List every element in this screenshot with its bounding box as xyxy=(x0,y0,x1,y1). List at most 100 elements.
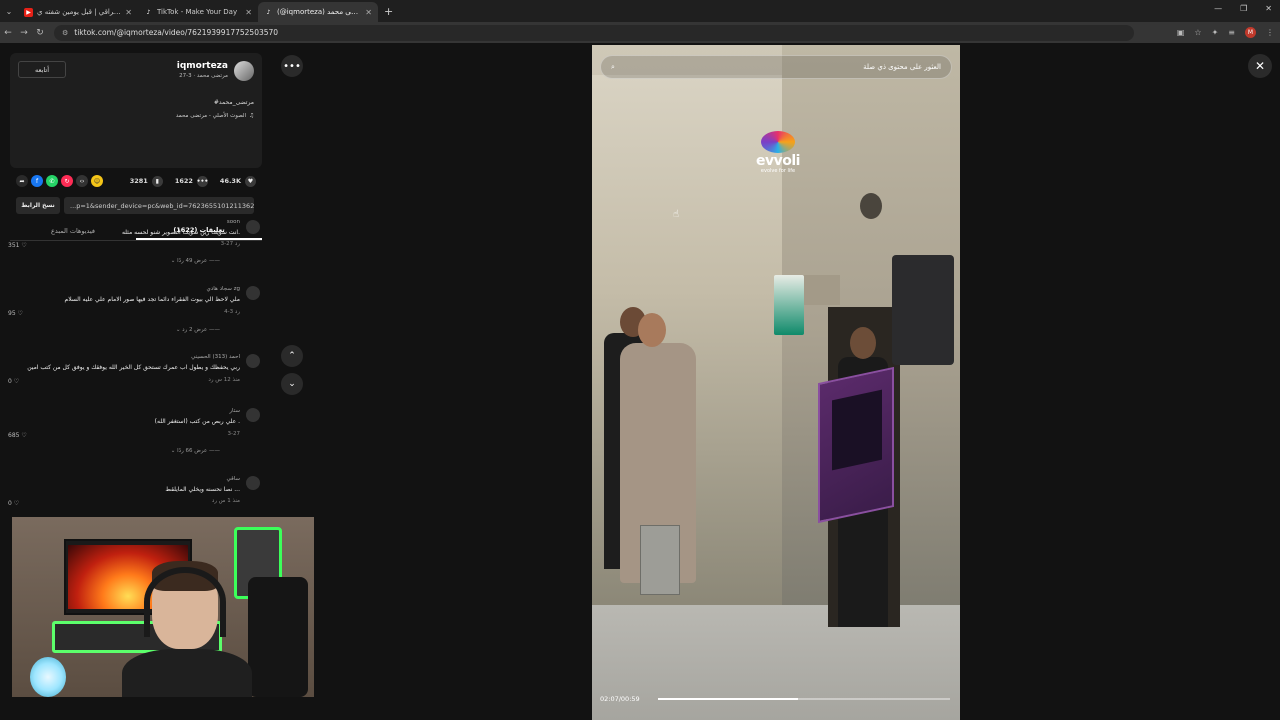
commenter-avatar[interactable] xyxy=(246,408,260,422)
search-placeholder: العثور على محتوى ذي صلة xyxy=(863,63,941,71)
new-tab-button[interactable]: + xyxy=(384,5,393,18)
tab-creator-videos[interactable]: فيديوهات المبدع xyxy=(10,221,136,240)
back-icon[interactable]: ← xyxy=(0,28,16,38)
view-replies-button[interactable]: ⌄ عرض 66 ردًا —— xyxy=(171,448,220,454)
video-hanging-clothes xyxy=(892,255,954,365)
comment-meta[interactable]: 3-27 xyxy=(228,431,240,437)
whatsapp-icon[interactable]: ✆ xyxy=(46,175,58,187)
repost-icon[interactable]: ↻ xyxy=(61,175,73,187)
person-head xyxy=(850,327,876,359)
comment-meta[interactable]: منذ 1 س رد xyxy=(212,498,240,504)
copy-link-row: نسخ الرابط ...p=1&sender_device=pc&web_i… xyxy=(16,197,254,214)
brand-logo-mark xyxy=(761,131,795,153)
comment-like[interactable]: 685 ♡ xyxy=(8,432,27,439)
comment-meta[interactable]: منذ 12 س رد xyxy=(208,377,240,383)
commenter-avatar[interactable] xyxy=(246,476,260,490)
comment-meta[interactable]: 4-3 رد xyxy=(224,309,240,315)
restore-icon[interactable]: ❐ xyxy=(1240,4,1247,13)
close-video-button[interactable]: ✕ xyxy=(1248,54,1272,78)
comment-text: ربي يحفظك و يطول اب عمرك تستحق كل الخير … xyxy=(27,364,240,371)
site-info-icon[interactable]: ⚙ xyxy=(62,29,68,37)
heart-icon: ♥ xyxy=(245,175,256,187)
video-tv-box-print xyxy=(832,389,882,471)
saves-stat[interactable]: 3281 ▮ xyxy=(130,175,163,187)
browser-tab-3[interactable]: ♪ (@iqmorteza) مرتضى محمد ✕ xyxy=(258,2,378,22)
commenter-avatar[interactable] xyxy=(246,286,260,300)
replies-label: عرض 2 رد xyxy=(182,327,208,333)
browser-tab-1[interactable]: ▶ اغاني عراقي | قبل يومين شفته ي ✕ xyxy=(18,2,138,22)
commenter-avatar[interactable] xyxy=(246,354,260,368)
share-arrow-icon[interactable]: ➦ xyxy=(16,175,28,187)
sound-link[interactable]: الصوت الأصلي - مرتضى محمد ♫ xyxy=(176,113,254,119)
tab-title: اغاني عراقي | قبل يومين شفته ي xyxy=(37,8,121,16)
follow-button[interactable]: أتابعه xyxy=(18,61,66,78)
profile-avatar[interactable]: M xyxy=(1245,27,1256,38)
author-avatar[interactable] xyxy=(234,61,254,81)
close-window-icon[interactable]: ✕ xyxy=(1265,4,1272,13)
view-replies-button[interactable]: ⌄ عرض 2 رد —— xyxy=(176,327,220,333)
previous-video-button[interactable]: ⌃ xyxy=(281,345,303,367)
minimize-icon[interactable]: — xyxy=(1214,4,1222,13)
likes-stat[interactable]: 46.3K ♥ xyxy=(219,175,256,187)
like-count: 0 xyxy=(8,378,12,385)
stat-group: 3281 ▮ 1622 ••• 46.3K ♥ xyxy=(130,175,256,187)
tiktok-icon: ♪ xyxy=(266,8,271,16)
browser-tab-2[interactable]: ♪ TikTok - Make Your Day ✕ xyxy=(138,2,258,22)
install-icon[interactable]: ▣ xyxy=(1177,28,1185,37)
embed-icon[interactable]: ‹› xyxy=(76,175,88,187)
author-subtitle: مرتضى محمد · 3-27 xyxy=(179,73,228,79)
comment-like[interactable]: 351 ♡ xyxy=(8,242,27,249)
forward-icon[interactable]: → xyxy=(16,28,32,38)
more-options-button[interactable]: ••• xyxy=(281,55,303,77)
comment-like[interactable]: 95 ♡ xyxy=(8,310,23,317)
browser-menu-icon[interactable]: ⋮ xyxy=(1266,28,1274,37)
youtube-icon: ▶ xyxy=(24,7,33,17)
video-ground xyxy=(592,605,960,720)
comment-text: نصا نحسنه ويخلي المايلقط ... xyxy=(165,486,240,493)
video-towel xyxy=(774,275,804,335)
progress-fill xyxy=(658,698,799,700)
stats-row: ➦ f ✆ ↻ ‹› ☺ 3281 ▮ 1622 ••• 46.3K ♥ xyxy=(16,174,256,188)
tab-title: (@iqmorteza) مرتضى محمد xyxy=(277,8,361,16)
commenter-name[interactable]: soon xyxy=(227,219,240,225)
next-video-button[interactable]: ⌄ xyxy=(281,373,303,395)
link-field[interactable]: ...p=1&sender_device=pc&web_id=762365510… xyxy=(64,197,254,214)
video-progress-bar[interactable] xyxy=(658,698,950,700)
commenter-name[interactable]: ستار xyxy=(229,408,240,414)
commenter-name[interactable]: احمد (313) الحسيني xyxy=(191,354,240,360)
emoji-icon[interactable]: ☺ xyxy=(91,175,103,187)
facebook-icon[interactable]: f xyxy=(31,175,43,187)
comments-stat[interactable]: 1622 ••• xyxy=(174,175,208,187)
extension-icons: ▣ ☆ ✦ ≡ M ⋮ xyxy=(1177,27,1274,38)
copy-link-button[interactable]: نسخ الرابط xyxy=(16,197,60,214)
tab-search-icon[interactable]: ⌄ xyxy=(0,0,18,22)
search-icon: ⌕ xyxy=(611,62,615,71)
close-tab-icon[interactable]: ✕ xyxy=(365,8,372,17)
webcam-lamp xyxy=(30,657,66,697)
author-username[interactable]: iqmorteza xyxy=(177,61,228,71)
video-player[interactable]: ⌕ العثور على محتوى ذي صلة evvoli evolve … xyxy=(592,45,960,720)
video-search-bar[interactable]: ⌕ العثور على محتوى ذي صلة xyxy=(600,55,952,79)
comments-count: 1622 xyxy=(174,177,193,185)
close-tab-icon[interactable]: ✕ xyxy=(245,8,252,17)
url-field[interactable]: ⚙ tiktok.com/@iqmorteza/video/7621939917… xyxy=(54,24,1134,41)
reload-icon[interactable]: ↻ xyxy=(32,28,48,38)
likes-count: 46.3K xyxy=(219,177,241,185)
commenter-name[interactable]: سجاد هادي zg xyxy=(206,286,240,292)
video-hashtag[interactable]: #مرتضى_محمد xyxy=(214,99,254,106)
close-tab-icon[interactable]: ✕ xyxy=(125,8,132,17)
commenter-name[interactable]: ساقي xyxy=(227,476,241,482)
music-note-icon: ♫ xyxy=(249,113,254,119)
comment-like[interactable]: 0 ♡ xyxy=(8,500,19,507)
comment-like[interactable]: 0 ♡ xyxy=(8,378,19,385)
tab-title: TikTok - Make Your Day xyxy=(157,8,238,16)
comment-meta[interactable]: 3-27 رد xyxy=(221,241,240,247)
extensions-icon[interactable]: ✦ xyxy=(1212,28,1219,37)
like-count: 0 xyxy=(8,500,12,507)
view-replies-button[interactable]: ⌄ عرض 49 ردًا —— xyxy=(171,258,220,264)
media-icon[interactable]: ≡ xyxy=(1228,28,1235,37)
video-wall-shelf xyxy=(802,275,840,305)
comment-text: علي ربص من كتب (استغفر الله) . xyxy=(154,418,240,425)
commenter-avatar[interactable] xyxy=(246,220,260,234)
bookmark-star-icon[interactable]: ☆ xyxy=(1194,28,1201,37)
